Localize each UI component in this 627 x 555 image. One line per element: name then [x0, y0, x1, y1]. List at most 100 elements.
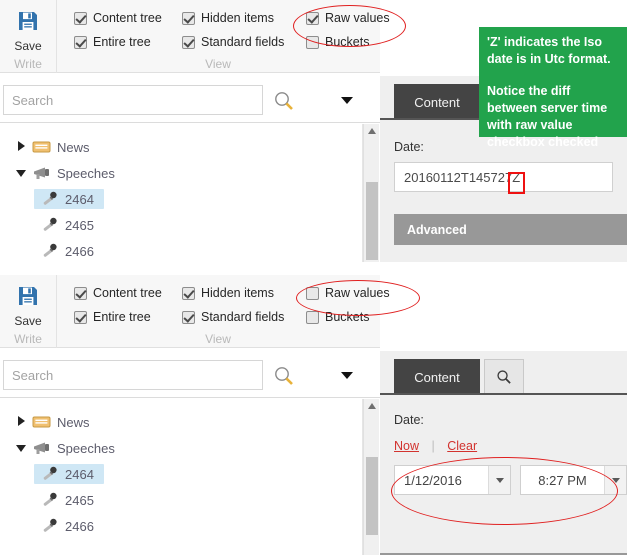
date-raw-value-input[interactable]: 20160112T145727Z — [394, 162, 613, 192]
search-icon[interactable] — [273, 90, 295, 112]
save-button[interactable]: Save Write — [0, 275, 57, 348]
checkbox-box-icon[interactable] — [74, 286, 87, 300]
tree-item-2465[interactable]: 2465 — [0, 487, 362, 513]
checkbox-standard-fields[interactable]: Standard fields — [182, 31, 284, 53]
checkbox-box-icon[interactable] — [306, 310, 319, 324]
checkbox-entire-tree[interactable]: Entire tree — [74, 306, 162, 328]
checkbox-content-tree[interactable]: Content tree — [74, 282, 162, 304]
search-input[interactable] — [3, 85, 263, 115]
tree-item-news[interactable]: News — [0, 134, 362, 160]
date-field-label: Date: — [394, 140, 424, 154]
checkbox-content-tree[interactable]: Content tree — [74, 7, 162, 29]
ribbon-toolbar: Save Write Content tree Entire tree Hidd… — [0, 0, 390, 73]
checkbox-box-icon[interactable] — [74, 11, 87, 25]
view-group: Content tree Entire tree Hidden items St… — [58, 0, 390, 73]
microphone-icon — [43, 466, 57, 480]
folder-icon — [32, 141, 51, 153]
annotation-note-green: 'Z' indicates the Iso date is in Utc for… — [479, 27, 627, 149]
checkbox-box-icon[interactable] — [306, 11, 319, 25]
checkbox-hidden-items[interactable]: Hidden items — [182, 282, 284, 304]
tree-item-speeches[interactable]: Speeches — [0, 435, 362, 461]
tree-item-2466[interactable]: 2466 — [0, 513, 362, 539]
tree-item-2464[interactable]: 2464 — [0, 461, 362, 487]
chevron-down-icon — [495, 477, 504, 483]
time-dropdown-button[interactable] — [604, 466, 626, 494]
tab-search-button[interactable] — [484, 359, 524, 395]
tree-item-label: News — [57, 139, 90, 155]
tree-item-speeches[interactable]: Speeches — [0, 160, 362, 186]
megaphone-icon — [34, 167, 49, 179]
chevron-down-icon[interactable] — [341, 372, 353, 379]
twisty-expanded-icon[interactable] — [14, 164, 28, 182]
time-value: 8:27 PM — [538, 472, 587, 488]
tab-label: Content — [414, 94, 460, 110]
twisty-expanded-icon[interactable] — [14, 439, 28, 457]
save-floppy-icon — [19, 287, 37, 305]
search-icon[interactable] — [273, 365, 295, 387]
clear-link[interactable]: Clear — [447, 439, 477, 453]
date-dropdown-button[interactable] — [488, 466, 510, 494]
tree-item-2464[interactable]: 2464 — [0, 186, 362, 212]
checkbox-box-icon[interactable] — [182, 11, 195, 25]
checkbox-label: Hidden items — [201, 286, 274, 300]
chevron-down-icon[interactable] — [341, 97, 353, 104]
search-input[interactable] — [3, 360, 263, 390]
tree-item-label: 2465 — [65, 217, 94, 233]
advanced-section-bar[interactable]: Advanced — [394, 214, 627, 245]
search-bar — [0, 76, 380, 123]
tree-item-selected-highlight[interactable]: 2464 — [34, 189, 104, 209]
checkbox-box-icon[interactable] — [182, 310, 195, 324]
checkbox-label: Hidden items — [201, 11, 274, 25]
view-group: Content tree Entire tree Hidden items St… — [58, 275, 390, 348]
note-line-3: Notice the diff — [487, 84, 571, 98]
scrollbar-thumb[interactable] — [366, 182, 378, 260]
tree-item-2465[interactable]: 2465 — [0, 212, 362, 238]
tree-item-label: Speeches — [57, 440, 115, 456]
checkbox-box-icon[interactable] — [74, 35, 87, 49]
chevron-down-icon — [611, 477, 620, 483]
microphone-icon — [43, 492, 57, 506]
save-label: Save — [14, 39, 42, 53]
scrollbar-thumb[interactable] — [366, 457, 378, 535]
checkbox-buckets[interactable]: Buckets — [306, 31, 390, 53]
checkbox-label: Raw values — [325, 286, 390, 300]
tree-item-2466[interactable]: 2466 — [0, 238, 362, 262]
checkbox-label: Buckets — [325, 35, 370, 49]
scroll-up-arrow-icon[interactable] — [368, 403, 376, 409]
panel-top-raw-values-on: Save Write Content tree Entire tree Hidd… — [0, 0, 627, 262]
tab-strip: Content — [380, 351, 627, 395]
tree-item-label: 2466 — [65, 518, 94, 534]
scroll-up-arrow-icon[interactable] — [368, 128, 376, 134]
checkbox-box-icon[interactable] — [74, 310, 87, 324]
checkbox-raw-values[interactable]: Raw values — [306, 7, 390, 29]
tree-scrollbar[interactable] — [363, 399, 379, 555]
twisty-collapsed-icon[interactable] — [14, 413, 28, 431]
checkbox-box-icon[interactable] — [306, 35, 319, 49]
tree-item-news[interactable]: News — [0, 409, 362, 435]
tree-item-label: Speeches — [57, 165, 115, 181]
checkbox-raw-values[interactable]: Raw values — [306, 282, 390, 304]
tree-scrollbar[interactable] — [363, 124, 379, 262]
checkbox-entire-tree[interactable]: Entire tree — [74, 31, 162, 53]
twisty-collapsed-icon[interactable] — [14, 138, 28, 156]
date-field-label: Date: — [394, 413, 424, 427]
tab-label: Content — [414, 369, 460, 385]
date-picker-combo[interactable]: 1/12/2016 — [394, 465, 511, 495]
checkbox-label: Buckets — [325, 310, 370, 324]
checkbox-buckets[interactable]: Buckets — [306, 306, 390, 328]
tab-content[interactable]: Content — [394, 359, 480, 395]
save-button[interactable]: Save Write — [0, 0, 57, 73]
now-link[interactable]: Now — [394, 439, 419, 453]
tree-item-selected-highlight[interactable]: 2464 — [34, 464, 104, 484]
tree-item-label: 2464 — [65, 466, 94, 482]
checkbox-box-icon[interactable] — [306, 286, 319, 300]
save-floppy-icon — [19, 12, 37, 30]
checkbox-standard-fields[interactable]: Standard fields — [182, 306, 284, 328]
megaphone-icon — [34, 442, 49, 454]
time-picker-combo[interactable]: 8:27 PM — [520, 465, 627, 495]
checkbox-box-icon[interactable] — [182, 35, 195, 49]
panel-bottom-raw-values-off: Save Write Content tree Entire tree Hidd… — [0, 275, 627, 555]
checkbox-hidden-items[interactable]: Hidden items — [182, 7, 284, 29]
tab-content[interactable]: Content — [394, 84, 480, 120]
checkbox-box-icon[interactable] — [182, 286, 195, 300]
